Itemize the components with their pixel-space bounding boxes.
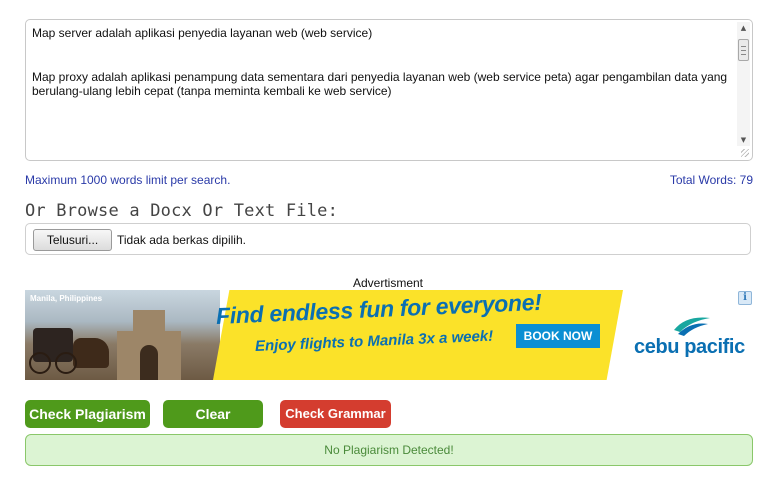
- resize-grip-icon[interactable]: [741, 149, 749, 157]
- ad-photo-manila: Manila, Philippines: [25, 290, 220, 380]
- cebu-pacific-logo-icon: [674, 317, 710, 336]
- plagiarism-result-message: No Plagiarism Detected!: [25, 434, 753, 466]
- file-status-text: Tidak ada berkas dipilih.: [117, 233, 246, 247]
- ad-location-label: Manila, Philippines: [30, 294, 103, 303]
- check-plagiarism-button[interactable]: Check Plagiarism: [25, 400, 150, 428]
- advertisement-label: Advertisment: [352, 276, 424, 290]
- ad-info-icon[interactable]: i: [738, 291, 752, 305]
- browse-button[interactable]: Telusuri...: [33, 229, 112, 251]
- word-limit-note: Maximum 1000 words limit per search.: [25, 173, 231, 187]
- scroll-up-arrow-icon[interactable]: ▲: [737, 22, 750, 34]
- book-now-button[interactable]: BOOK NOW: [516, 324, 600, 348]
- text-content[interactable]: Map server adalah aplikasi penyedia laya…: [32, 26, 728, 156]
- check-grammar-button[interactable]: Check Grammar: [280, 400, 391, 428]
- ad-banner[interactable]: Manila, Philippines Find endless fun for…: [25, 290, 753, 380]
- clear-button[interactable]: Clear: [163, 400, 263, 428]
- total-words-count: Total Words: 79: [669, 173, 753, 187]
- textarea-scrollbar[interactable]: ▲ ▼: [737, 22, 750, 146]
- file-upload-field: Telusuri... Tidak ada berkas dipilih.: [25, 223, 751, 255]
- browse-file-heading: Or Browse a Docx Or Text File:: [25, 201, 339, 221]
- scroll-down-arrow-icon[interactable]: ▼: [737, 134, 750, 146]
- text-input-area[interactable]: Map server adalah aplikasi penyedia laya…: [25, 19, 753, 161]
- scroll-thumb[interactable]: [738, 39, 749, 61]
- ad-brand-name: cebu pacific: [634, 336, 745, 358]
